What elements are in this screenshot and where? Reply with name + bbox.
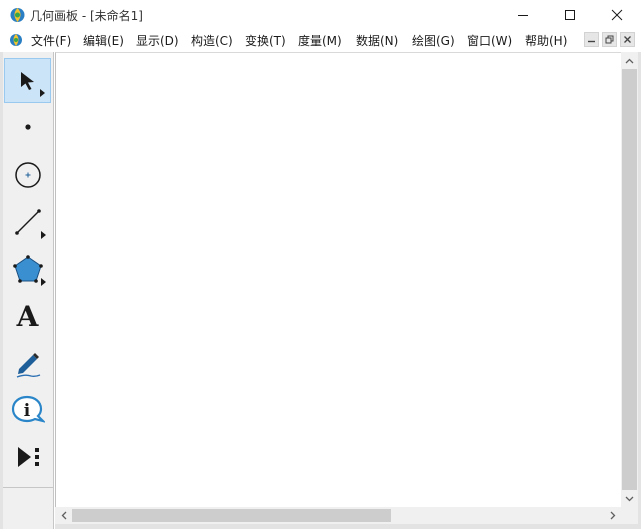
close-icon (611, 9, 623, 20)
sketch-canvas[interactable] (55, 52, 621, 507)
close-icon (624, 36, 631, 43)
scroll-up-button[interactable] (621, 52, 638, 69)
scroll-left-button[interactable] (55, 507, 72, 524)
window-left-edge (0, 52, 3, 529)
circle-icon (14, 161, 41, 188)
marker-tool[interactable] (4, 341, 51, 386)
restore-icon (605, 35, 614, 44)
submenu-arrow-icon (41, 278, 46, 286)
menu-edit[interactable]: 编辑(E) (81, 32, 126, 49)
doc-restore-button[interactable] (602, 32, 617, 47)
title-bar: 几何画板 - [未命名1] (0, 0, 641, 29)
arrow-select-tool[interactable] (4, 58, 51, 103)
vertical-scrollbar[interactable] (621, 52, 638, 507)
maximize-button[interactable] (547, 0, 593, 29)
doc-close-button[interactable] (620, 32, 635, 47)
menu-construct[interactable]: 构造(C) (189, 32, 235, 49)
window-title: 几何画板 - [未命名1] (30, 9, 143, 23)
minimize-icon (518, 14, 528, 16)
point-tool[interactable] (4, 104, 51, 149)
menu-window[interactable]: 窗口(W) (465, 32, 514, 49)
menu-bar: 文件(F) 编辑(E) 显示(D) 构造(C) 变换(T) 度量(M) 数据(N… (0, 29, 641, 51)
polygon-tool[interactable] (4, 246, 51, 291)
horizontal-scrollbar[interactable] (55, 507, 621, 524)
custom-tool-icon (17, 446, 39, 467)
chevron-down-icon (625, 496, 634, 501)
menu-data[interactable]: 数据(N) (354, 32, 400, 49)
point-icon (24, 123, 31, 130)
pentagon-icon (12, 254, 43, 283)
straightedge-tool[interactable] (4, 199, 51, 244)
scrollbar-corner (621, 507, 638, 524)
cursor-arrow-icon (20, 71, 34, 90)
menu-transform[interactable]: 变换(T) (243, 32, 288, 49)
menu-measure[interactable]: 度量(M) (296, 32, 344, 49)
app-logo-icon (9, 6, 26, 23)
custom-tools[interactable] (4, 434, 51, 479)
info-glyph: i (23, 401, 30, 421)
minimize-icon (588, 40, 595, 43)
submenu-arrow-icon (40, 89, 45, 97)
doc-minimize-button[interactable] (584, 32, 599, 47)
menu-help[interactable]: 帮助(H) (523, 32, 569, 49)
chevron-left-icon (61, 511, 66, 520)
vertical-scroll-thumb[interactable] (622, 69, 637, 490)
chevron-up-icon (625, 58, 634, 63)
window-bottom-edge (55, 524, 641, 529)
information-tool[interactable]: i (4, 387, 51, 432)
scroll-down-button[interactable] (621, 490, 638, 507)
minimize-button[interactable] (500, 0, 546, 29)
text-tool[interactable]: A (4, 294, 51, 339)
info-icon: i (11, 395, 45, 423)
horizontal-scroll-thumb[interactable] (72, 509, 391, 522)
document-icon[interactable] (9, 32, 23, 47)
submenu-arrow-icon (41, 231, 46, 239)
marker-pen-icon (16, 352, 40, 378)
line-segment-icon (14, 208, 41, 235)
scroll-right-button[interactable] (604, 507, 621, 524)
chevron-right-icon (610, 511, 615, 520)
compass-tool[interactable] (4, 152, 51, 197)
menu-graph[interactable]: 绘图(G) (410, 32, 457, 49)
close-button[interactable] (594, 0, 640, 29)
maximize-icon (565, 9, 575, 20)
menu-display[interactable]: 显示(D) (134, 32, 181, 49)
text-a-icon: A (16, 299, 39, 333)
toolbox-divider (3, 487, 54, 488)
menu-file[interactable]: 文件(F) (29, 32, 73, 49)
